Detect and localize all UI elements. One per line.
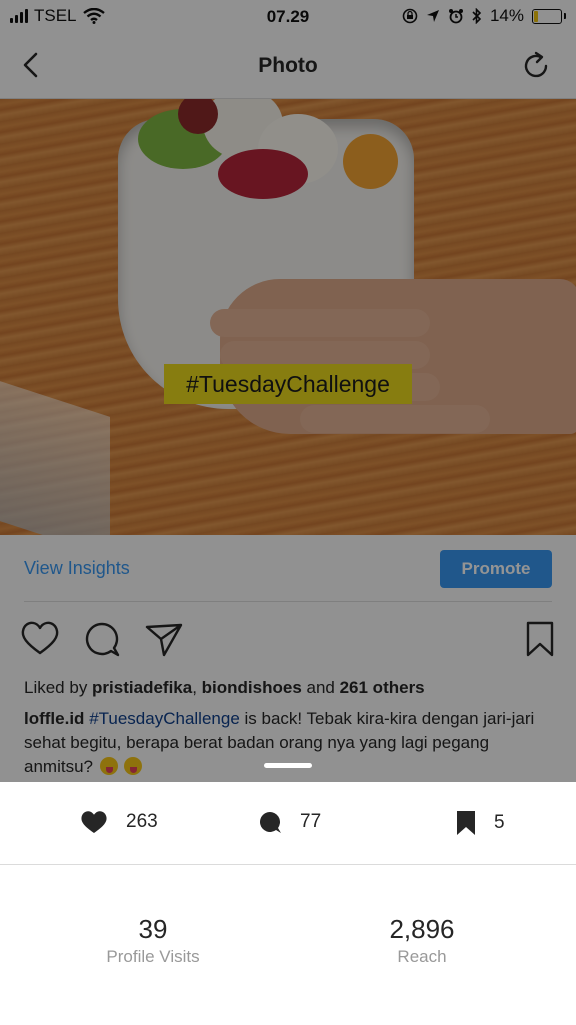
profile-visits-value: 39 [138, 914, 168, 944]
comments-count: 77 [300, 811, 322, 832]
reach-metric[interactable]: 2,896 Reach [292, 914, 552, 967]
profile-visits-label: Profile Visits [106, 947, 200, 966]
heart-filled-icon [81, 811, 107, 833]
sheet-grab-handle[interactable] [264, 763, 312, 768]
insights-sheet: 263 77 5 39 Profile Visits 2,896 Reach [0, 782, 576, 1025]
reach-metrics: 39 Profile Visits 2,896 Reach [0, 914, 576, 1004]
comment-filled-icon [260, 812, 281, 833]
bookmark-filled-icon [457, 811, 475, 835]
comments-stat: 77 [258, 810, 321, 834]
reach-label: Reach [397, 947, 447, 966]
dim-overlay[interactable] [0, 0, 576, 782]
likes-count: 263 [126, 811, 158, 832]
engagement-stats: 263 77 5 [0, 782, 576, 865]
likes-stat: 263 [80, 810, 158, 834]
saves-stat: 5 [456, 810, 505, 836]
saves-count: 5 [494, 812, 505, 833]
reach-value: 2,896 [389, 914, 455, 944]
profile-visits-metric[interactable]: 39 Profile Visits [23, 914, 283, 967]
